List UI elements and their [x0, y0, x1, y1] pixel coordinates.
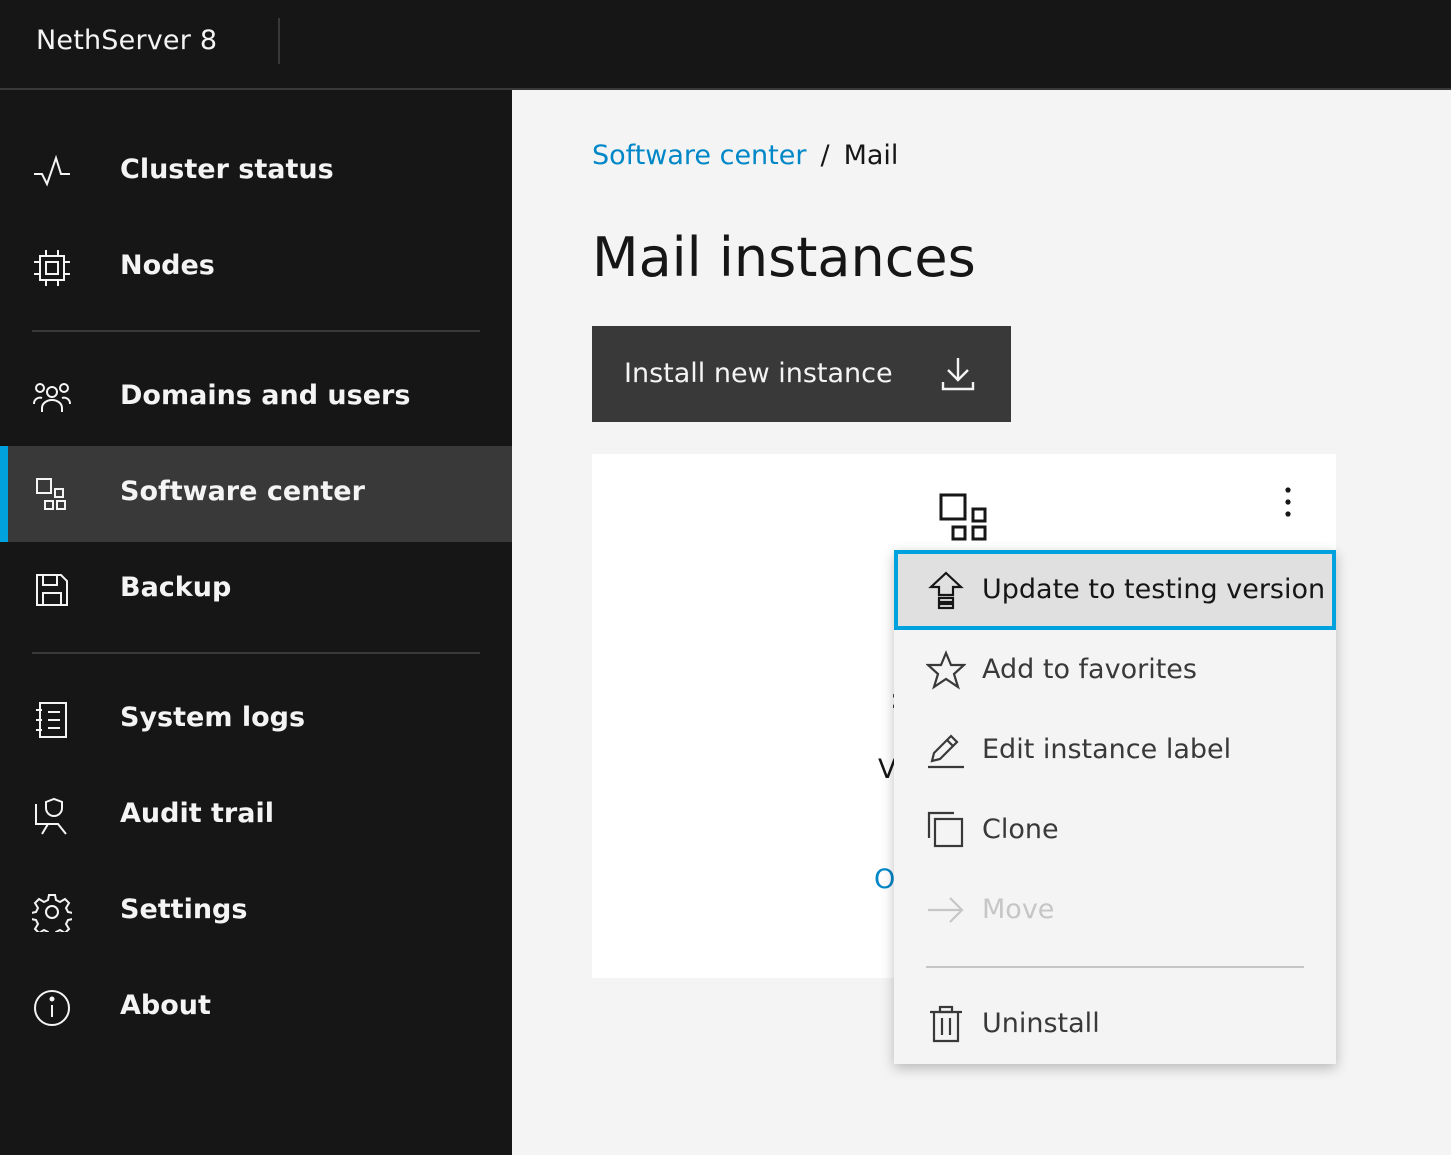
- upload-icon: [926, 570, 966, 610]
- edit-icon: [926, 730, 966, 770]
- sidebar-item-label: Cluster status: [120, 154, 334, 185]
- sidebar-item-settings[interactable]: Settings: [0, 864, 512, 960]
- logs-icon: [32, 700, 72, 740]
- arrow-right-icon: [926, 890, 966, 930]
- copy-icon: [926, 810, 966, 850]
- app-header: NethServer 8: [0, 0, 1451, 90]
- sidebar-item-label: Settings: [120, 894, 248, 925]
- info-icon: [32, 988, 72, 1028]
- audit-icon: [32, 796, 72, 836]
- menu-item-label: Uninstall: [982, 1008, 1100, 1039]
- menu-item-move: Move: [894, 870, 1336, 950]
- breadcrumb: Software center / Mail: [592, 140, 898, 171]
- menu-item-uninstall[interactable]: Uninstall: [894, 984, 1336, 1064]
- overflow-menu: Update to testing version Add to favorit…: [894, 550, 1336, 1064]
- overflow-menu-button[interactable]: [1268, 482, 1308, 522]
- menu-divider: [926, 966, 1304, 968]
- install-new-instance-button[interactable]: Install new instance: [592, 326, 1011, 422]
- gear-icon: [32, 892, 72, 932]
- sidebar-item-label: About: [120, 990, 211, 1021]
- page-title: Mail instances: [592, 226, 976, 289]
- trash-icon: [926, 1004, 966, 1044]
- sidebar-item-software-center[interactable]: Software center: [0, 446, 512, 542]
- apps-icon: [938, 492, 990, 544]
- tile-partial-link[interactable]: O: [874, 864, 895, 895]
- breadcrumb-link-software-center[interactable]: Software center: [592, 140, 806, 171]
- star-icon: [926, 650, 966, 690]
- header-divider: [278, 18, 280, 64]
- sidebar-item-cluster-status[interactable]: Cluster status: [0, 124, 512, 220]
- install-button-label: Install new instance: [624, 358, 893, 389]
- overflow-vertical-icon: [1285, 487, 1291, 517]
- users-icon: [32, 378, 72, 418]
- sidebar-item-label: Backup: [120, 572, 232, 603]
- apps-icon: [32, 474, 72, 514]
- sidebar-item-domains-and-users[interactable]: Domains and users: [0, 350, 512, 446]
- menu-item-edit-instance-label[interactable]: Edit instance label: [894, 710, 1336, 790]
- nav-divider: [32, 330, 480, 332]
- sidebar-item-about[interactable]: About: [0, 960, 512, 1056]
- activity-icon: [32, 152, 72, 192]
- breadcrumb-separator: /: [820, 140, 830, 171]
- menu-item-label: Update to testing version: [982, 574, 1326, 605]
- sidebar-item-system-logs[interactable]: System logs: [0, 672, 512, 768]
- menu-item-label: Edit instance label: [982, 734, 1232, 765]
- app-brand[interactable]: NethServer 8: [36, 25, 217, 56]
- sidebar-item-backup[interactable]: Backup: [0, 542, 512, 638]
- side-navigation: Cluster status Nodes Domains and users S…: [0, 90, 512, 1155]
- nav-divider: [32, 652, 480, 654]
- menu-item-clone[interactable]: Clone: [894, 790, 1336, 870]
- sidebar-item-nodes[interactable]: Nodes: [0, 220, 512, 316]
- menu-item-add-to-favorites[interactable]: Add to favorites: [894, 630, 1336, 710]
- sidebar-item-audit-trail[interactable]: Audit trail: [0, 768, 512, 864]
- menu-item-update-to-testing[interactable]: Update to testing version: [894, 550, 1336, 630]
- sidebar-item-label: Nodes: [120, 250, 215, 281]
- sidebar-item-label: System logs: [120, 702, 306, 733]
- chip-icon: [32, 248, 72, 288]
- menu-item-label: Clone: [982, 814, 1059, 845]
- sidebar-item-label: Domains and users: [120, 380, 411, 411]
- sidebar-item-label: Software center: [120, 476, 365, 507]
- breadcrumb-current: Mail: [843, 140, 899, 171]
- sidebar-item-label: Audit trail: [120, 798, 274, 829]
- save-icon: [32, 570, 72, 610]
- menu-item-label: Move: [982, 894, 1055, 925]
- download-icon: [940, 356, 976, 392]
- menu-item-label: Add to favorites: [982, 654, 1197, 685]
